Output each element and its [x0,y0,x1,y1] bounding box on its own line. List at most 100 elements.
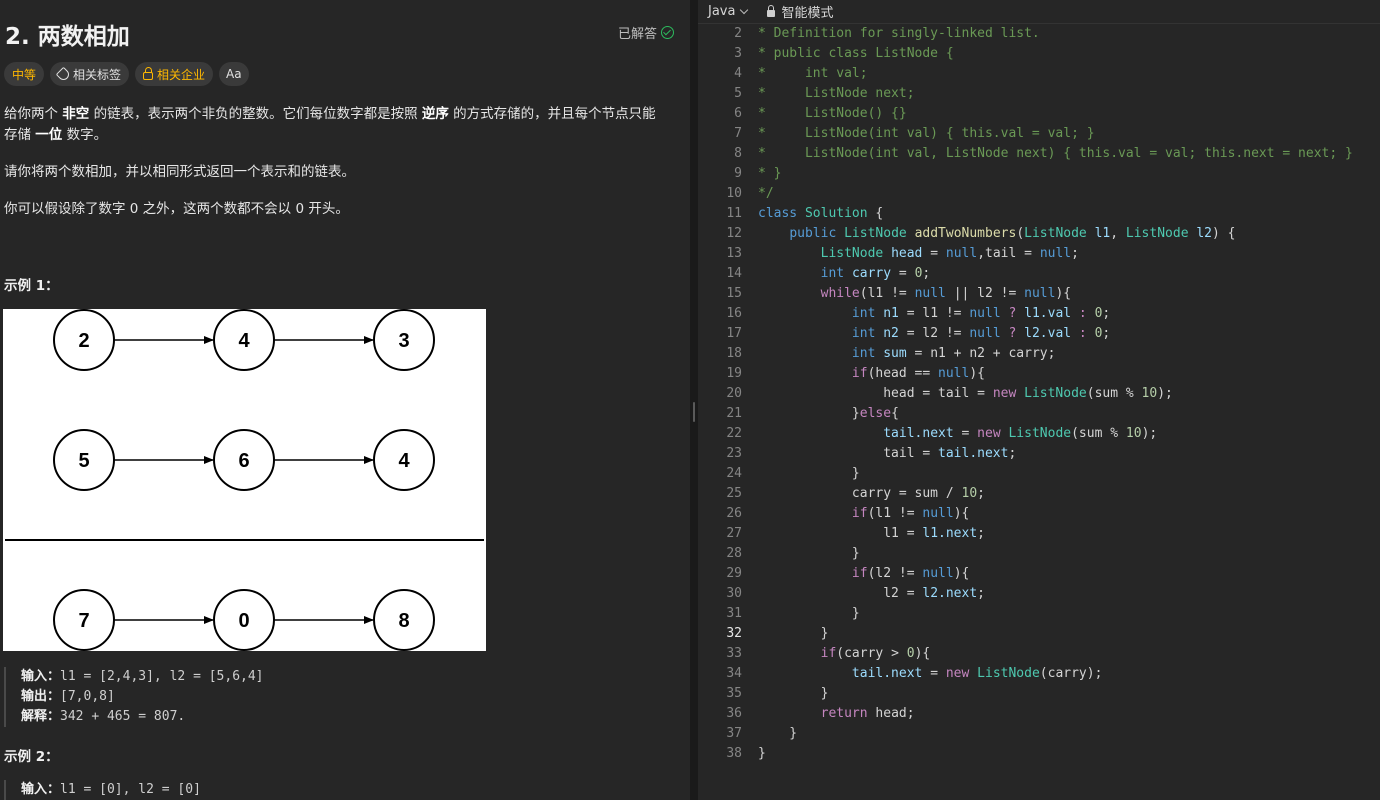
code-token: ){ [953,506,970,521]
code-token: = [922,246,946,261]
code-line[interactable]: 2 * Definition for singly-linked list. [698,24,1380,44]
code-line[interactable]: 23 tail = tail.next; [698,444,1380,464]
code-token: new [977,426,1009,441]
code-token: ListNode [977,666,1040,681]
code-token: * public class ListNode { [758,46,954,61]
code-line[interactable]: 32 } [698,624,1380,644]
code-text: int carry = 0; [742,264,931,284]
problem-panel: 2. 两数相加 已解答 中等 相关标签 相关企业 Aa 给你两个 非空 的链表，… [0,0,690,800]
description-paragraph-2: 请你将两个数相加，并以相同形式返回一个表示和的链表。 [4,164,355,180]
code-line[interactable]: 7 * ListNode(int val) { this.val = val; } [698,124,1380,144]
code-token: ; [1071,246,1079,261]
code-line[interactable]: 15 while(l1 != null || l2 != null){ [698,284,1380,304]
example-2-title: 示例 2： [4,749,59,765]
code-line[interactable]: 6 * ListNode() {} [698,104,1380,124]
code-token: ? [1000,306,1025,321]
code-line[interactable]: 24 } [698,464,1380,484]
code-line[interactable]: 37 } [698,724,1380,744]
code-line[interactable]: 33 if(carry > 0){ [698,644,1380,664]
line-number: 12 [726,226,742,241]
code-text: } [742,544,860,564]
code-line[interactable]: 31 } [698,604,1380,624]
code-token: l1 [1094,226,1111,241]
code-token: */ [758,186,774,201]
code-line[interactable]: 21 }else{ [698,404,1380,424]
code-text: }else{ [742,404,899,424]
language-select[interactable]: Java [708,4,749,19]
code-token: ); [1157,386,1173,401]
problem-title[interactable]: 2. 两数相加 [5,17,130,51]
smart-mode-toggle[interactable]: 智能模式 [767,2,833,21]
line-number: 30 [726,586,742,601]
translate-button[interactable]: Aa [219,62,249,86]
code-line[interactable]: 12 public ListNode addTwoNumbers(ListNod… [698,224,1380,244]
code-token: = l1 != [898,306,970,321]
code-line[interactable]: 27 l1 = l1.next; [698,524,1380,544]
code-token: else [859,406,892,421]
code-line[interactable]: 16 int n1 = l1 != null ? l1.val : 0; [698,304,1380,324]
code-line[interactable]: 17 int n2 = l2 != null ? l2.val : 0; [698,324,1380,344]
code-line[interactable]: 25 carry = sum / 10; [698,484,1380,504]
code-line[interactable]: 8 * ListNode(int val, ListNode next) { th… [698,144,1380,164]
editor-toolbar: Java 智能模式 [698,0,1380,24]
code-token: l1 = [758,526,923,541]
code-line[interactable]: 30 l2 = l2.next; [698,584,1380,604]
code-token: int [851,306,884,321]
code-text: * ListNode(int val) { this.val = val; } [742,124,1095,144]
line-number: 19 [726,366,742,381]
code-line[interactable]: 38} [698,744,1380,764]
code-token: if [851,366,868,381]
code-text: int n2 = l2 != null ? l2.val : 0; [742,324,1110,344]
code-token: addTwoNumbers [914,226,1017,241]
code-text: return head; [742,704,915,724]
code-token: } [758,746,766,761]
code-token: l2.next [922,586,978,601]
related-companies-button[interactable]: 相关企业 [135,62,214,86]
code-line[interactable]: 13 ListNode head = null,tail = null; [698,244,1380,264]
list-node-value: 7 [78,610,89,632]
code-line[interactable]: 18 int sum = n1 + n2 + carry; [698,344,1380,364]
code-token: ,tail = [977,246,1040,261]
code-token: null [914,286,946,301]
code-line[interactable]: 19 if(head == null){ [698,364,1380,384]
line-number: 2 [734,26,742,41]
code-line[interactable]: 28 } [698,544,1380,564]
code-line[interactable]: 4 * int val; [698,64,1380,84]
line-number: 11 [726,206,742,221]
description-paragraph-3: 你可以假设除了数字 0 之外，这两个数都不会以 0 开头。 [4,201,349,217]
code-token: null [922,566,954,581]
code-line[interactable]: 14 int carry = 0; [698,264,1380,284]
panel-splitter[interactable] [690,0,698,800]
code-line[interactable]: 26 if(l1 != null){ [698,504,1380,524]
code-line[interactable]: 29 if(l2 != null){ [698,564,1380,584]
code-area[interactable]: 2 * Definition for singly-linked list. 3 * … [698,24,1380,764]
drag-handle-icon[interactable] [693,402,695,422]
code-line[interactable]: 20 head = tail = new ListNode(sum % 10); [698,384,1380,404]
tag-bar: 中等 相关标签 相关企业 Aa [4,62,249,86]
code-line[interactable]: 22 tail.next = new ListNode(sum % 10); [698,424,1380,444]
desc-text: 数字。 [62,127,108,143]
line-number: 21 [726,406,742,421]
line-number: 34 [726,666,742,681]
code-text: } [742,684,829,704]
related-tags-button[interactable]: 相关标签 [50,62,130,86]
code-line[interactable]: 34 tail.next = new ListNode(carry); [698,664,1380,684]
line-number: 27 [726,526,742,541]
code-line[interactable]: 9 * } [698,164,1380,184]
code-text: carry = sum / 10; [742,484,985,504]
code-token: ){ [969,366,985,381]
code-line[interactable]: 11 class Solution { [698,204,1380,224]
code-line[interactable]: 5 * ListNode next; [698,84,1380,104]
related-companies-label: 相关企业 [157,67,206,82]
line-number: 20 [726,386,742,401]
code-token: n2 [883,326,899,341]
code-line[interactable]: 35 } [698,684,1380,704]
code-line[interactable]: 36 return head; [698,704,1380,724]
code-line[interactable]: 3 * public class ListNode { [698,44,1380,64]
line-number: 31 [726,606,742,621]
code-line[interactable]: 10 */ [698,184,1380,204]
